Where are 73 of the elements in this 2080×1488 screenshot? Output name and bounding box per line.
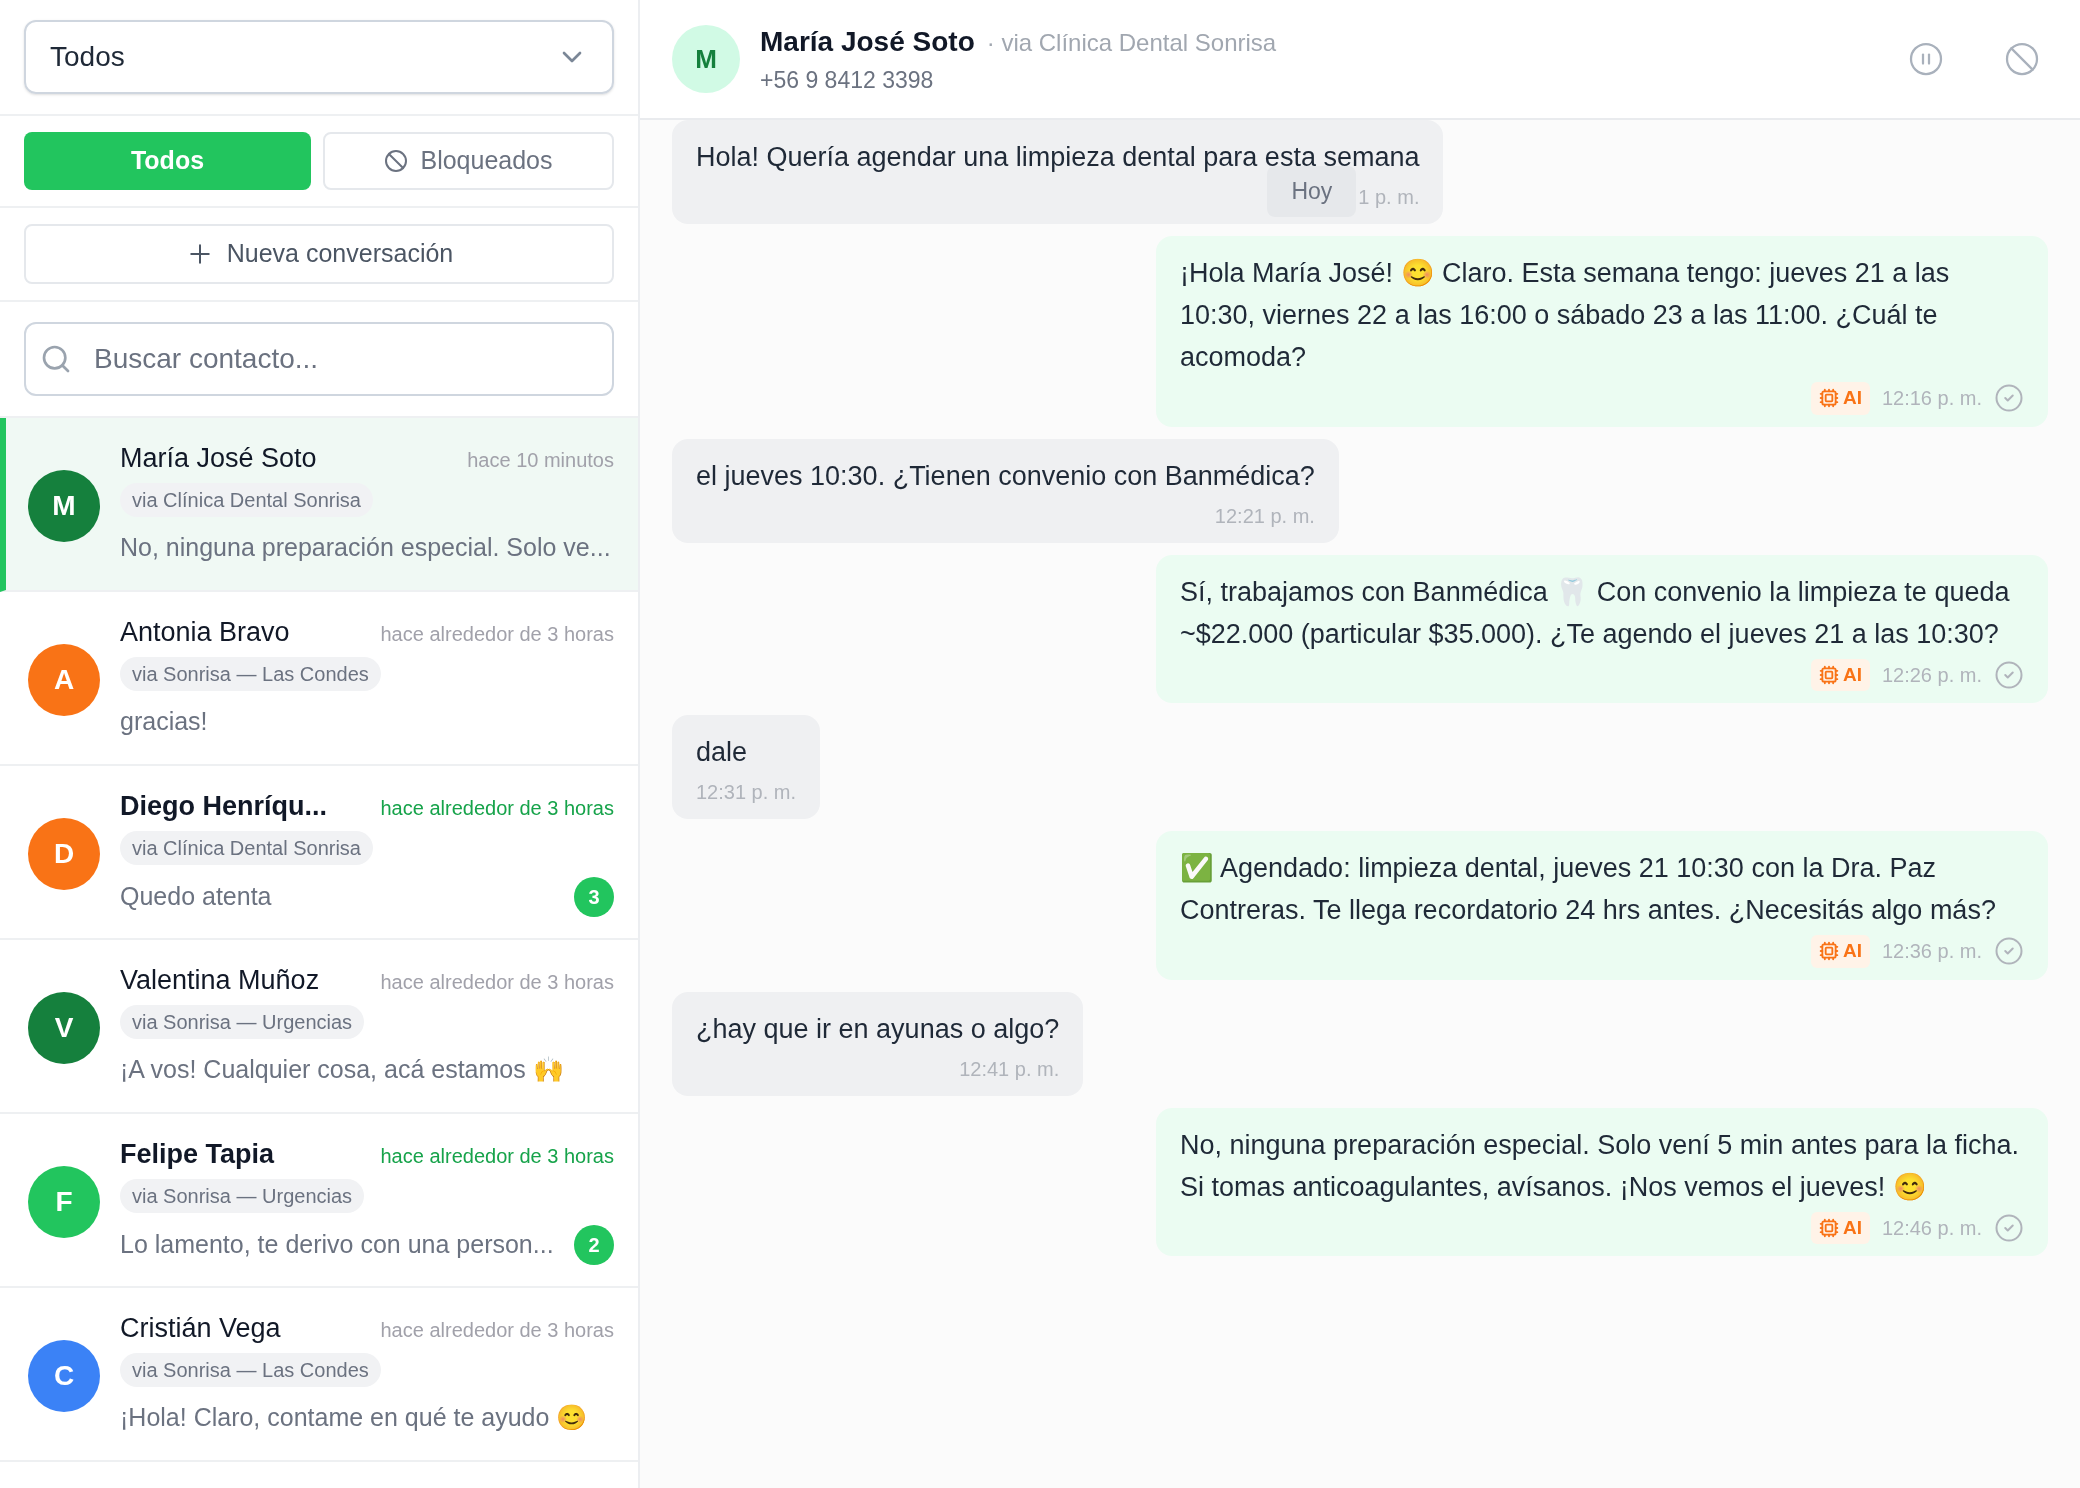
avatar: A	[28, 644, 100, 716]
conversation-time: hace alrededor de 3 horas	[380, 970, 614, 995]
message-time: 1 p. m.	[1358, 186, 1420, 208]
filter-tab[interactable]: Bloqueados	[323, 132, 614, 190]
message-time: 12:16 p. m.	[1881, 387, 1982, 410]
contact-name: María José Soto	[760, 24, 975, 59]
ban-icon	[384, 149, 409, 173]
pause-icon	[1908, 41, 1944, 77]
message-text: ¿hay que ir en ayunas o algo?	[696, 1012, 1060, 1046]
channel-tag: via Sonrisa — Urgencias	[120, 1004, 365, 1039]
contact-name: Valentina Muñoz	[120, 964, 320, 997]
avatar: V	[28, 992, 100, 1064]
message-preview: Quedo atenta	[120, 880, 272, 912]
contact-avatar: M	[672, 25, 740, 93]
check-icon	[1994, 936, 2024, 967]
search-icon	[40, 343, 72, 375]
search-field[interactable]: Buscar contacto...	[24, 322, 614, 396]
conversation-time: hace alrededor de 3 horas	[380, 1318, 614, 1343]
message-time: 12:41 p. m.	[959, 1057, 1060, 1080]
channel-tag: via Clínica Dental Sonrisa	[120, 482, 373, 517]
unread-count: 3	[574, 876, 614, 917]
check-icon	[1994, 1212, 2024, 1243]
contact-name: Diego Henríqu...	[120, 790, 327, 823]
conversation-time: hace alrededor de 3 horas	[380, 796, 614, 821]
phone-number: +56 9 8412 3398	[760, 65, 935, 95]
message-time: 12:21 p. m.	[1214, 504, 1315, 527]
avatar: F	[28, 1166, 100, 1238]
message-time: 12:36 p. m.	[1881, 940, 1982, 963]
contact-name: María José Soto	[120, 442, 317, 475]
message-preview: gracias!	[120, 705, 208, 737]
ban-icon	[2004, 41, 2040, 77]
ai-badge: AI	[1810, 935, 1870, 968]
conversation-time: hace alrededor de 3 horas	[380, 1144, 614, 1169]
contact-name: Felipe Tapia	[120, 1138, 275, 1171]
channel-tag: via Sonrisa — Las Condes	[120, 1352, 381, 1387]
conversation-time: hace alrededor de 3 horas	[380, 622, 614, 647]
chip-icon	[1818, 664, 1839, 685]
check-icon	[1994, 659, 2024, 690]
message-preview: ¡A vos! Cualquier cosa, acá estamos 🙌	[120, 1053, 564, 1085]
new-conversation-button[interactable]: Nueva conversación	[24, 224, 614, 284]
avatar: M	[28, 470, 100, 542]
filter-dropdown[interactable]: Todos	[24, 20, 614, 94]
channel-label: · via Clínica Dental Sonrisa	[986, 27, 1277, 58]
message-time: 12:31 p. m.	[696, 781, 797, 803]
ai-badge: AI	[1810, 382, 1870, 415]
message-text: No, ninguna preparación especial. Solo vení 5 min antes para la ficha. Si tomas anticoagulantes, avísanos. ¡Nos vemos el jueves! 😊	[1180, 1128, 2021, 1204]
chip-icon	[1818, 1217, 1839, 1238]
avatar: D	[28, 818, 100, 890]
chip-icon	[1818, 941, 1839, 962]
message-preview: No, ninguna preparación especial. Solo ve...	[120, 531, 611, 563]
channel-tag: via Sonrisa — Urgencias	[120, 1178, 365, 1213]
avatar: C	[28, 1340, 100, 1412]
message-preview: Lo lamento, te derivo con una person...	[120, 1228, 554, 1260]
message-text: Sí, trabajamos con Banmédica 🦷 Con convenio la limpieza te queda ~$22.000 (particular $35.000). ¿Te agendo el jueves 21 a las 10:30?	[1180, 575, 2011, 651]
message-text: ✅ Agendado: limpieza dental, jueves 21 10:30 con la Dra. Paz Contreras. Te llega recordatorio 24 hrs antes. ¿Necesitás algo más?	[1180, 852, 1997, 927]
message-time: 12:26 p. m.	[1881, 663, 1982, 686]
channel-tag: via Sonrisa — Las Condes	[120, 656, 381, 691]
contact-name: Cristián Vega	[120, 1312, 281, 1345]
ai-badge: AI	[1810, 658, 1870, 691]
ai-badge: AI	[1810, 1211, 1870, 1244]
channel-tag: via Clínica Dental Sonrisa	[120, 830, 373, 865]
date-separator: Hoy	[1267, 166, 1357, 217]
message-time: 12:46 p. m.	[1881, 1216, 1982, 1239]
message-text: el jueves 10:30. ¿Tienen convenio con Banmédica?	[696, 459, 1315, 493]
check-icon	[1994, 383, 2024, 414]
message-text: ¡Hola María José! 😊 Claro. Esta semana tengo: jueves 21 a las 10:30, viernes 22 a las 16:00 o sábado 23 a las 11:00. ¿Cuál te acomoda?	[1180, 257, 1951, 374]
unread-count: 2	[574, 1224, 614, 1265]
chip-icon	[1818, 388, 1839, 409]
conversation-time: hace 10 minutos	[467, 448, 614, 473]
message-text: dale	[696, 736, 749, 769]
conversation-item[interactable]: M María José Soto hace 10 minutos via Clínica Dental Sonrisa No, ninguna preparación especial. Solo ve...	[0, 418, 638, 592]
message-preview: ¡Hola! Claro, contame en qué te ayudo 😊	[120, 1401, 588, 1433]
contact-name: Antonia Bravo	[120, 616, 290, 649]
